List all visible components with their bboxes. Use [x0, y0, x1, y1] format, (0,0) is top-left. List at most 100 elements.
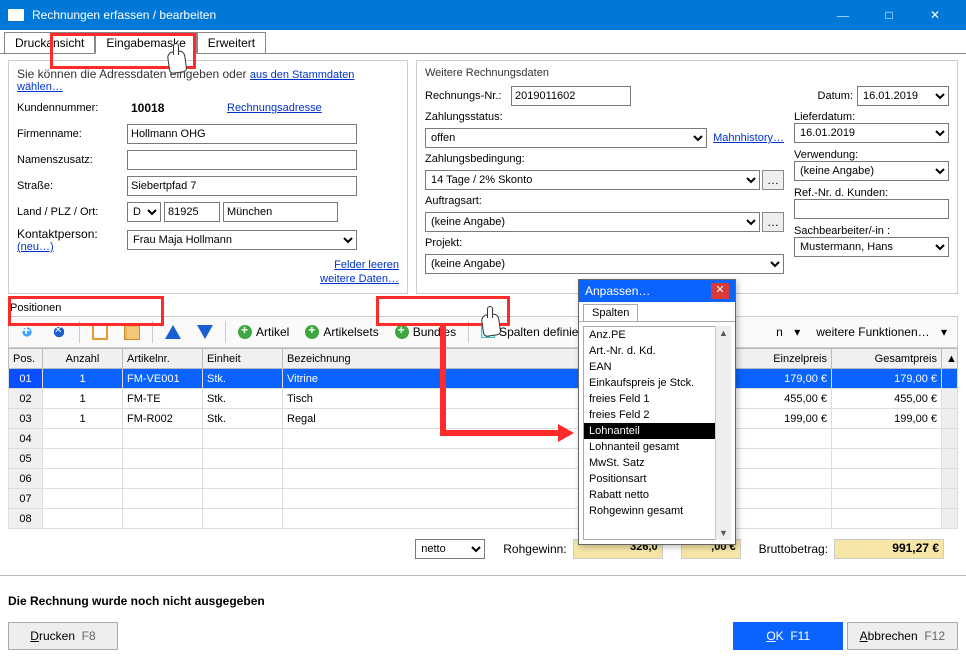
table-cell[interactable]: Stk. — [203, 369, 283, 389]
table-cell[interactable]: 455,00 € — [832, 389, 942, 409]
maximize-button[interactable]: □ — [866, 0, 912, 30]
table-cell[interactable]: Stk. — [203, 389, 283, 409]
zbed-select[interactable]: 14 Tage / 2% Skonto — [425, 170, 760, 190]
move-down-button[interactable] — [191, 320, 219, 344]
popup-column-list[interactable]: Anz.PEArt.-Nr. d. Kd.EANEinkaufspreis je… — [583, 326, 731, 540]
table-row[interactable]: 06 — [9, 469, 958, 489]
projekt-select[interactable]: (keine Angabe) — [425, 254, 784, 274]
table-row[interactable]: 021FM-TEStk.Tisch455,00 €455,00 € — [9, 389, 958, 409]
table-cell[interactable] — [942, 389, 958, 409]
popup-item[interactable]: Rohgewinn gesamt — [584, 503, 730, 519]
mahnhistory-link[interactable]: Mahnhistory… — [713, 132, 784, 144]
sach-select[interactable]: Mustermann, Hans — [794, 237, 949, 257]
firmenname-input[interactable] — [127, 124, 357, 144]
scroll-down-icon[interactable]: ▼ — [719, 528, 728, 538]
table-row[interactable]: 08 — [9, 509, 958, 529]
kontakt-neu-link[interactable]: (neu…) — [17, 241, 54, 253]
table-row[interactable]: 05 — [9, 449, 958, 469]
table-cell[interactable]: 02 — [9, 389, 43, 409]
table-cell[interactable]: 179,00 € — [732, 369, 832, 389]
felder-leeren-link[interactable]: Felder leeren — [334, 259, 399, 271]
col-artnr[interactable]: Artikelnr. — [123, 349, 203, 369]
table-cell[interactable]: 1 — [43, 369, 123, 389]
netto-brutto-select[interactable]: netto — [415, 539, 485, 559]
table-cell[interactable]: 04 — [9, 429, 43, 449]
table-cell[interactable] — [732, 429, 832, 449]
table-cell[interactable] — [942, 469, 958, 489]
popup-item[interactable]: EAN — [584, 359, 730, 375]
table-cell[interactable]: 199,00 € — [832, 409, 942, 429]
table-cell[interactable] — [942, 489, 958, 509]
kontakt-select[interactable]: Frau Maja Hollmann — [127, 230, 357, 250]
artikel-button[interactable]: Artikel — [232, 320, 295, 344]
table-cell[interactable] — [203, 429, 283, 449]
drucken-button[interactable]: Drucken F8 — [8, 622, 118, 650]
delete-row-button[interactable] — [45, 320, 73, 344]
abbrechen-button[interactable]: Abbrechen F12 — [847, 622, 958, 650]
scroll-up-icon[interactable]: ▲ — [719, 328, 728, 338]
rechnungsadresse-link[interactable]: Rechnungsadresse — [227, 102, 322, 114]
auftragsart-select[interactable]: (keine Angabe) — [425, 212, 760, 232]
add-row-button[interactable] — [13, 320, 41, 344]
table-cell[interactable]: FM-TE — [123, 389, 203, 409]
table-cell[interactable] — [732, 489, 832, 509]
n-dropdown[interactable]: n ▾ — [770, 320, 806, 344]
col-pos[interactable]: Pos. — [9, 349, 43, 369]
popup-item[interactable]: Rabatt netto — [584, 487, 730, 503]
auftragsart-more-button[interactable]: … — [762, 212, 784, 232]
popup-item[interactable]: freies Feld 1 — [584, 391, 730, 407]
table-row[interactable]: 011FM-VE001Stk.Vitrine179,00 €179,00 € — [9, 369, 958, 389]
table-cell[interactable] — [942, 409, 958, 429]
table-cell[interactable]: 08 — [9, 509, 43, 529]
zstatus-select[interactable]: offen — [425, 128, 707, 148]
positions-table[interactable]: Pos. Anzahl Artikelnr. Einheit Bezeichnu… — [8, 348, 958, 529]
table-cell[interactable] — [942, 509, 958, 529]
table-cell[interactable] — [203, 469, 283, 489]
table-cell[interactable]: FM-R002 — [123, 409, 203, 429]
table-cell[interactable] — [43, 509, 123, 529]
table-cell[interactable]: 06 — [9, 469, 43, 489]
ok-button[interactable]: OK F11 — [733, 622, 843, 650]
tab-druckansicht[interactable]: Druckansicht — [4, 32, 95, 53]
rnr-input[interactable] — [511, 86, 631, 106]
table-cell[interactable] — [123, 469, 203, 489]
table-cell[interactable] — [832, 489, 942, 509]
table-cell[interactable] — [942, 449, 958, 469]
move-up-button[interactable] — [159, 320, 187, 344]
popup-item[interactable]: freies Feld 2 — [584, 407, 730, 423]
weitere-daten-link[interactable]: weitere Daten… — [320, 273, 399, 285]
tab-eingabemaske[interactable]: Eingabemaske — [95, 32, 196, 54]
plz-input[interactable] — [164, 202, 220, 222]
popup-close-button[interactable]: ✕ — [711, 283, 729, 299]
table-row[interactable]: 07 — [9, 489, 958, 509]
table-cell[interactable] — [832, 509, 942, 529]
table-cell[interactable] — [832, 469, 942, 489]
tab-erweitert[interactable]: Erweitert — [197, 32, 266, 53]
popup-item[interactable]: Anz.PE — [584, 327, 730, 343]
table-cell[interactable]: FM-VE001 — [123, 369, 203, 389]
doc-button[interactable] — [86, 320, 114, 344]
popup-scrollbar[interactable]: ▲ ▼ — [715, 326, 731, 540]
namenszusatz-input[interactable] — [127, 150, 357, 170]
table-cell[interactable] — [203, 509, 283, 529]
weitere-funktionen-button[interactable]: weitere Funktionen… ▾ — [810, 320, 953, 344]
table-cell[interactable]: 179,00 € — [832, 369, 942, 389]
table-cell[interactable]: 199,00 € — [732, 409, 832, 429]
col-einzelpreis[interactable]: Einzelpreis — [732, 349, 832, 369]
table-cell[interactable] — [832, 429, 942, 449]
table-cell[interactable]: 07 — [9, 489, 43, 509]
table-cell[interactable] — [203, 489, 283, 509]
verwendung-select[interactable]: (keine Angabe) — [794, 161, 949, 181]
table-cell[interactable] — [43, 469, 123, 489]
popup-item[interactable]: Lohnanteil gesamt — [584, 439, 730, 455]
popup-item[interactable]: Einkaufspreis je Stck. — [584, 375, 730, 391]
table-cell[interactable] — [732, 469, 832, 489]
bundles-button[interactable]: Bundles — [389, 320, 462, 344]
table-cell[interactable]: Stk. — [203, 409, 283, 429]
table-cell[interactable] — [732, 449, 832, 469]
table-cell[interactable]: 455,00 € — [732, 389, 832, 409]
table-cell[interactable] — [43, 489, 123, 509]
artikelsets-button[interactable]: Artikelsets — [299, 320, 384, 344]
table-cell[interactable]: 05 — [9, 449, 43, 469]
table-cell[interactable] — [203, 449, 283, 469]
